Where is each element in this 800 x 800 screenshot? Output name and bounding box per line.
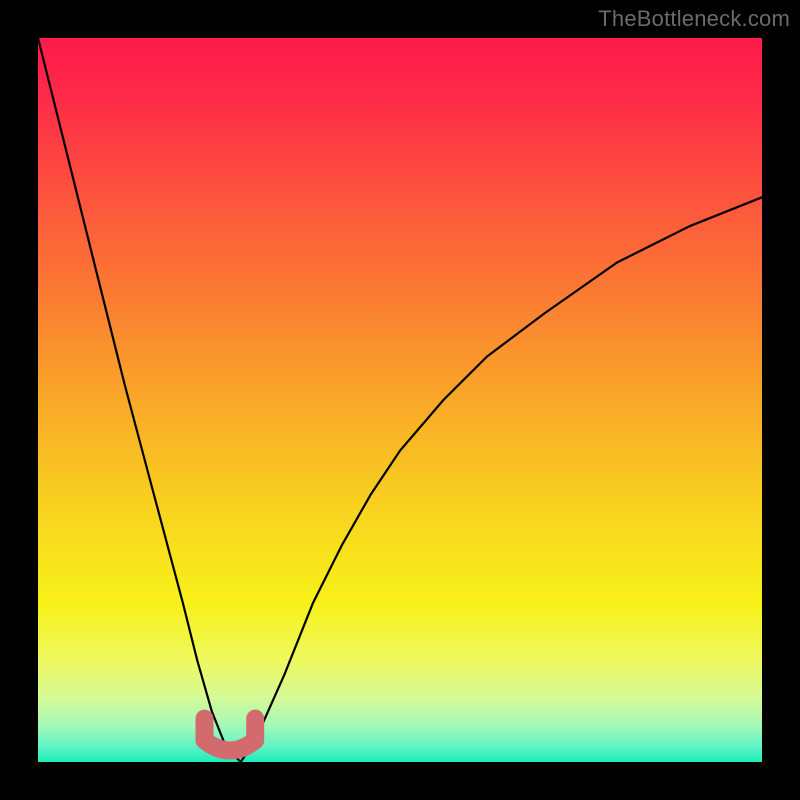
- gradient-background: [38, 38, 762, 762]
- watermark-label: TheBottleneck.com: [598, 6, 790, 32]
- bottleneck-chart: [38, 38, 762, 762]
- chart-frame: TheBottleneck.com: [0, 0, 800, 800]
